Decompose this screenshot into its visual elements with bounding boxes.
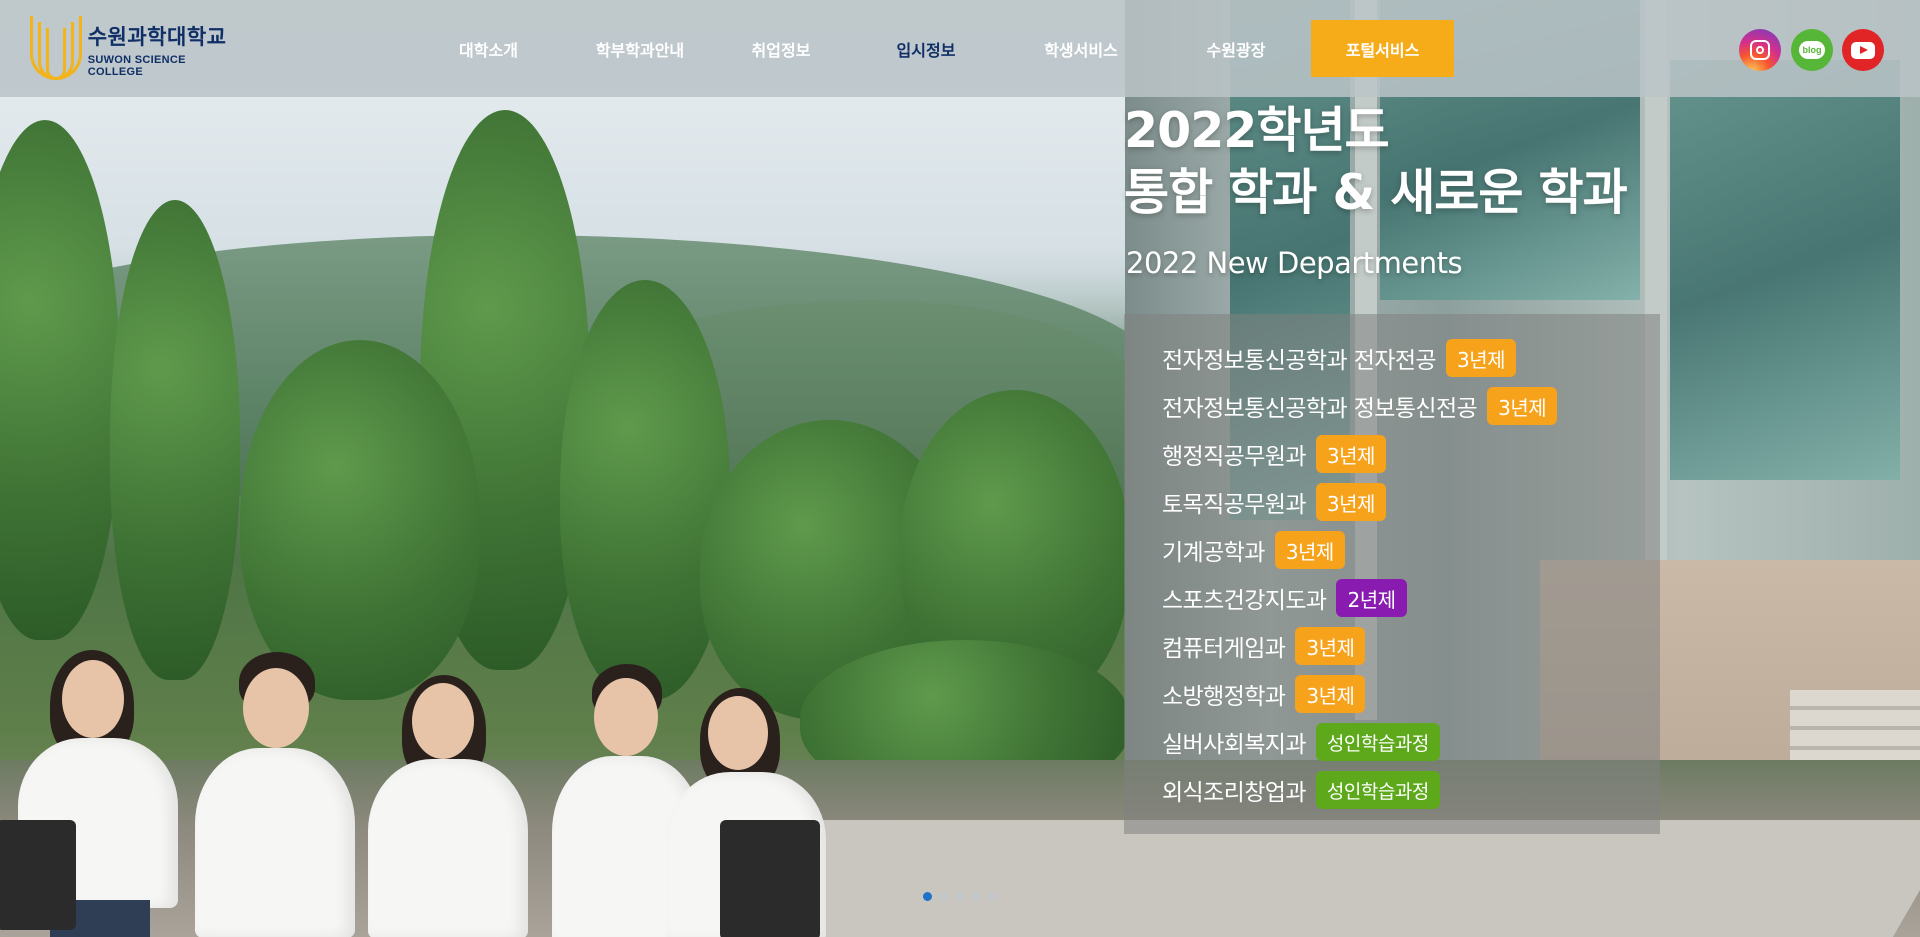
slider-pagination bbox=[923, 892, 1003, 901]
college-logo[interactable]: 수원과학대학교 SUWON SCIENCE COLLEGE bbox=[28, 16, 238, 82]
program-length-badge: 3년제 bbox=[1487, 387, 1558, 425]
blog-link[interactable]: blog bbox=[1791, 29, 1833, 71]
main-nav: 대학소개 학부학과안내 취업정보 입시정보 학생서비스 수원광장 포털서비스 bbox=[408, 20, 1454, 77]
hero-title-line1: 2022학년도 bbox=[1124, 102, 1390, 159]
hero-subtitle: 2022 New Departments bbox=[1126, 246, 1463, 280]
logo-english-name: SUWON SCIENCE COLLEGE bbox=[87, 53, 186, 78]
youtube-link[interactable] bbox=[1842, 29, 1884, 71]
department-item: 토목직공무원과 3년제 bbox=[1162, 478, 1557, 526]
department-item: 컴퓨터게임과 3년제 bbox=[1162, 622, 1557, 670]
program-length-badge: 3년제 bbox=[1295, 675, 1366, 713]
department-name: 스포츠건강지도과 bbox=[1162, 588, 1327, 614]
program-length-badge: 3년제 bbox=[1446, 339, 1517, 377]
department-item: 실버사회복지과 성인학습과정 bbox=[1162, 718, 1557, 766]
department-name: 토목직공무원과 bbox=[1162, 492, 1307, 518]
slider-dot[interactable] bbox=[987, 892, 996, 901]
department-name: 소방행정학과 bbox=[1162, 684, 1286, 710]
nav-item-departments[interactable]: 학부학과안내 bbox=[569, 20, 711, 77]
nav-item-about[interactable]: 대학소개 bbox=[408, 20, 569, 77]
logo-korean-name: 수원과학대학교 bbox=[87, 24, 227, 49]
department-name: 기계공학과 bbox=[1162, 540, 1265, 566]
department-item: 외식조리창업과 성인학습과정 bbox=[1162, 766, 1557, 814]
slider-dot[interactable] bbox=[955, 892, 964, 901]
program-length-badge: 3년제 bbox=[1315, 435, 1386, 473]
program-length-badge: 성인학습과정 bbox=[1315, 771, 1440, 809]
department-item: 소방행정학과 3년제 bbox=[1162, 670, 1557, 718]
nav-item-portal-service[interactable]: 포털서비스 bbox=[1311, 20, 1454, 77]
department-name: 전자정보통신공학과 전자전공 bbox=[1162, 348, 1437, 374]
slider-dot[interactable] bbox=[939, 892, 948, 901]
program-length-badge: 3년제 bbox=[1274, 531, 1345, 569]
department-item: 전자정보통신공학과 전자전공 3년제 bbox=[1162, 334, 1557, 382]
program-length-badge: 2년제 bbox=[1336, 579, 1407, 617]
slider-dot[interactable] bbox=[923, 892, 932, 901]
blog-icon: blog bbox=[1799, 41, 1825, 59]
department-item: 행정직공무원과 3년제 bbox=[1162, 430, 1557, 478]
slider-dot[interactable] bbox=[971, 892, 980, 901]
logo-mark-icon bbox=[28, 16, 82, 82]
department-list: 전자정보통신공학과 전자전공 3년제 전자정보통신공학과 정보통신전공 3년제 행정직공… bbox=[1162, 334, 1558, 814]
instagram-link[interactable] bbox=[1739, 29, 1781, 71]
department-name: 외식조리창업과 bbox=[1162, 780, 1307, 806]
department-item: 스포츠건강지도과 2년제 bbox=[1162, 574, 1557, 622]
nav-item-employment[interactable]: 취업정보 bbox=[711, 20, 851, 77]
program-length-badge: 성인학습과정 bbox=[1315, 723, 1440, 761]
youtube-icon bbox=[1851, 41, 1875, 59]
department-name: 전자정보통신공학과 정보통신전공 bbox=[1162, 396, 1478, 422]
program-length-badge: 3년제 bbox=[1295, 627, 1366, 665]
program-length-badge: 3년제 bbox=[1315, 483, 1386, 521]
department-item: 기계공학과 3년제 bbox=[1162, 526, 1557, 574]
department-list-panel: 전자정보통신공학과 전자전공 3년제 전자정보통신공학과 정보통신전공 3년제 행정직공… bbox=[1124, 314, 1660, 834]
hero-title-line2: 통합 학과 & 새로운 학과 bbox=[1124, 164, 1628, 221]
site-header: 수원과학대학교 SUWON SCIENCE COLLEGE 대학소개 학부학과안… bbox=[0, 0, 1920, 97]
department-name: 컴퓨터게임과 bbox=[1162, 636, 1286, 662]
nav-item-admissions[interactable]: 입시정보 bbox=[851, 20, 1001, 77]
nav-item-suwon-plaza[interactable]: 수원광장 bbox=[1161, 20, 1311, 77]
department-item: 전자정보통신공학과 정보통신전공 3년제 bbox=[1162, 382, 1558, 430]
instagram-icon bbox=[1750, 40, 1770, 60]
hero-title: 2022학년도 통합 학과 & 새로운 학과 bbox=[1124, 100, 1628, 224]
nav-item-student-services[interactable]: 학생서비스 bbox=[1001, 20, 1161, 77]
department-name: 행정직공무원과 bbox=[1162, 444, 1307, 470]
department-name: 실버사회복지과 bbox=[1162, 732, 1307, 758]
